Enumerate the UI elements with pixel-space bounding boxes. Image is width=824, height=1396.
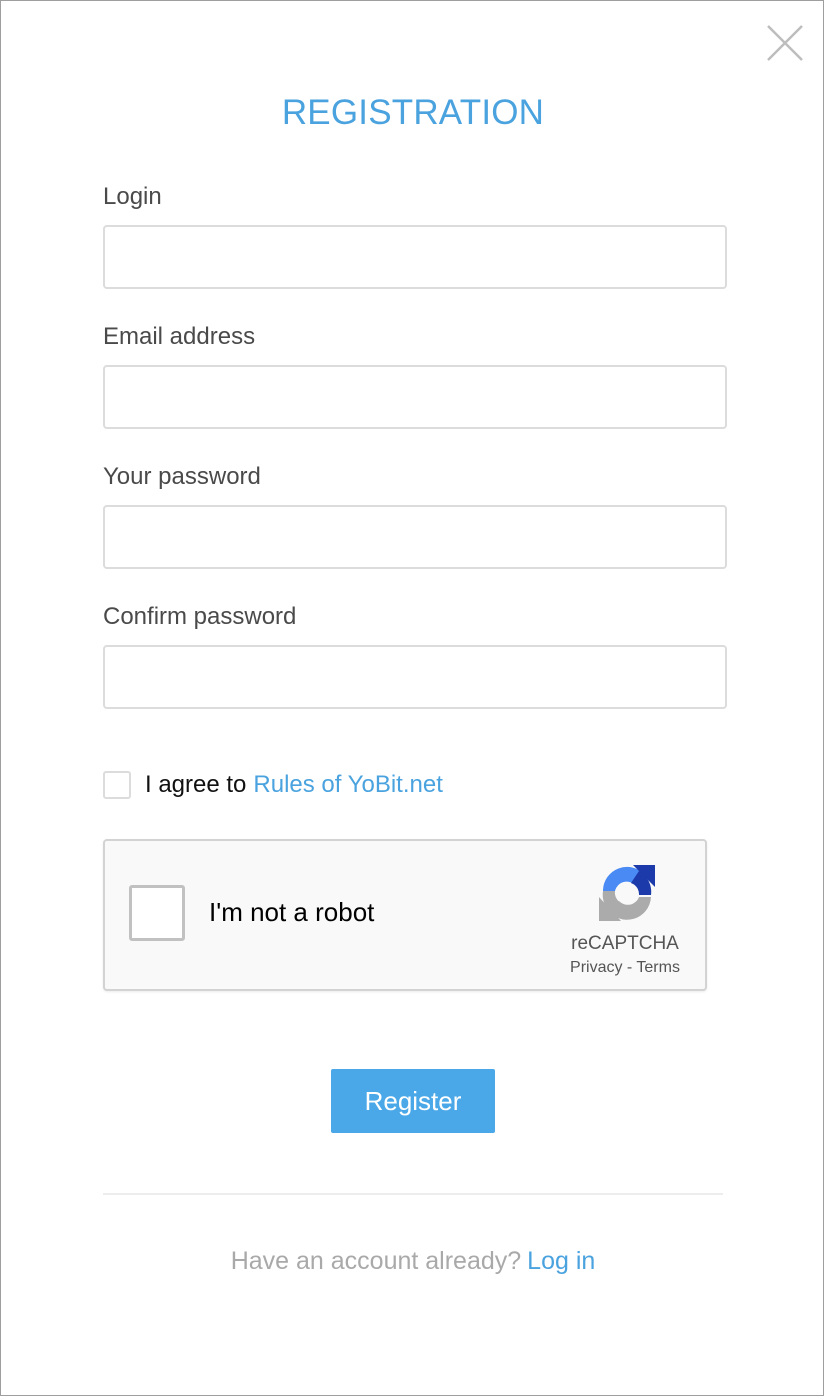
email-input[interactable] [103,365,727,429]
recaptcha-widget: I'm not a robot reCAPTCHA Privacy - Term… [103,839,707,991]
page-title: REGISTRATION [281,93,545,132]
confirm-password-input[interactable] [103,645,727,709]
recaptcha-checkbox[interactable] [129,885,185,941]
agree-text: I agree to [145,771,247,798]
recaptcha-label: I'm not a robot [209,897,375,927]
recaptcha-links: Privacy - Terms [545,959,705,977]
footer-text: Have an account already? [230,1247,522,1275]
email-label: Email address [103,323,256,350]
password-label: Your password [103,463,261,490]
divider [103,1193,723,1195]
recaptcha-terms-link[interactable]: Terms [636,959,680,976]
login-link[interactable]: Log in [527,1247,595,1275]
recaptcha-brand: reCAPTCHA [571,933,679,954]
register-button[interactable]: Register [331,1069,495,1133]
agree-checkbox[interactable] [103,771,131,799]
login-input[interactable] [103,225,727,289]
login-label: Login [103,183,162,210]
close-icon [767,25,803,61]
password-input[interactable] [103,505,727,569]
recaptcha-privacy-link[interactable]: Privacy [570,959,622,976]
recaptcha-logo-icon [599,865,655,921]
rules-link[interactable]: Rules of YoBit.net [253,771,442,799]
confirm-password-label: Confirm password [103,603,297,630]
footer: Have an account already? Log in [1,1247,824,1276]
registration-modal: REGISTRATION Login Email address Your pa… [0,0,824,1396]
agree-row: I agree to Rules of YoBit.net [103,769,443,801]
recaptcha-separator: - [622,959,637,976]
close-button[interactable] [765,23,805,63]
